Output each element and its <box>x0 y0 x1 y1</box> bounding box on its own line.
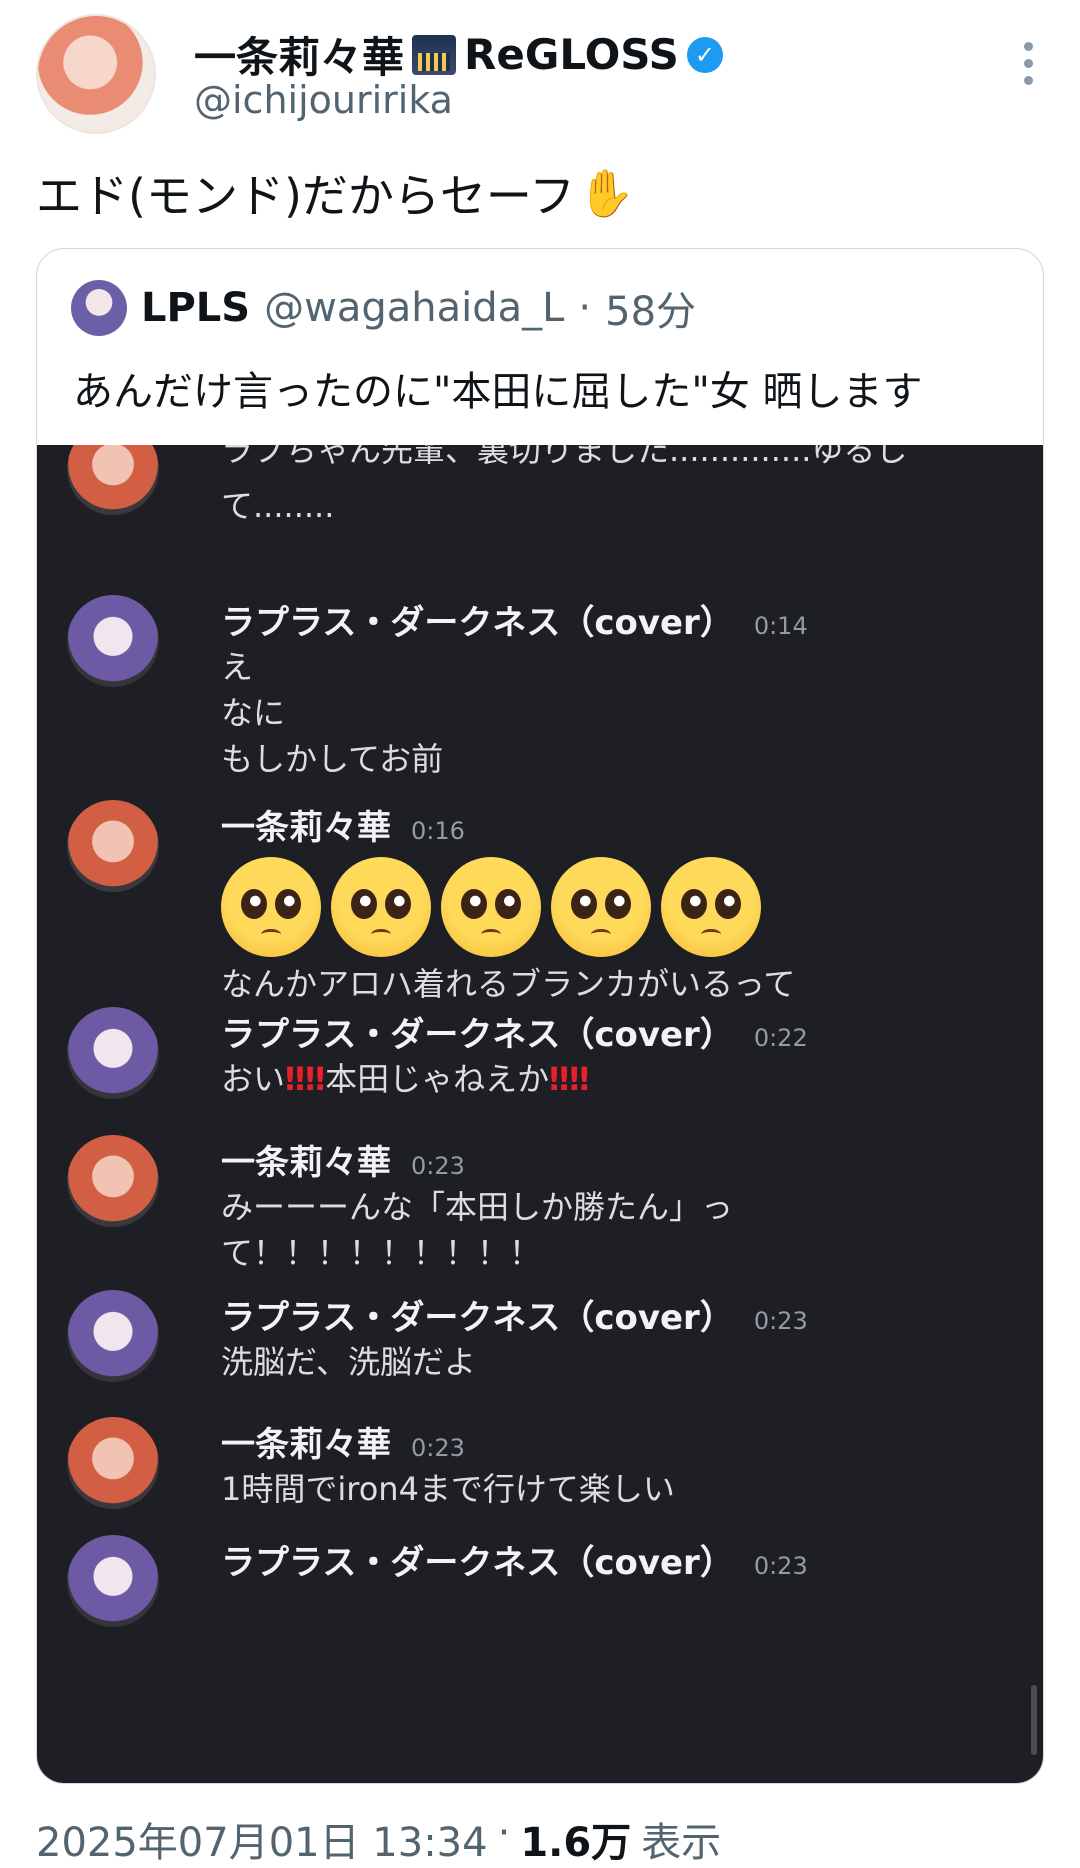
chat-avatar <box>67 1417 159 1509</box>
quoted-author-handle: @wagahaida_L <box>264 285 565 331</box>
chat-timestamp: 0:14 <box>753 612 808 640</box>
double-exclamation-emoji-icon: ‼‼ <box>549 1060 590 1098</box>
chat-timestamp: 0:23 <box>753 1307 808 1335</box>
chat-message-body: 一条莉々華 0:23 1時間でiron4まで行けて楽しい <box>221 1417 1001 1512</box>
author-handle[interactable]: @ichijouririka <box>194 78 453 122</box>
chat-timestamp: 0:23 <box>753 1552 808 1580</box>
chat-line: みーーーんな「本田しか勝たん」っ <box>221 1188 734 1226</box>
chat-line: 1時間でiron4まで行けて楽しい <box>221 1470 675 1508</box>
chat-avatar <box>67 1290 159 1382</box>
chat-line: て！！！！！！！！！ <box>221 1234 542 1272</box>
pleading-emoji-row <box>221 857 1001 957</box>
verified-badge-icon: ✓ <box>686 36 723 73</box>
chat-timestamp: 0:16 <box>411 817 465 845</box>
chat-avatar <box>67 800 159 892</box>
chat-author: ラプラス・ダークネス（cover） <box>221 1298 734 1338</box>
chat-avatar <box>67 1007 159 1099</box>
chat-message-body: ラプちゃん先輩、裏切りました..............ゆるし て.......… <box>221 445 1001 529</box>
chat-timestamp: 0:23 <box>411 1434 465 1462</box>
chat-line: おい‼‼本田じゃねえか‼‼ <box>221 1060 590 1098</box>
chat-message-body: 一条莉々華 0:23 みーーーんな「本田しか勝たん」っ て！！！！！！！！！ <box>221 1135 1001 1276</box>
chat-line: え <box>221 648 254 686</box>
author-name-suffix[interactable]: ReGLOSS <box>464 30 679 79</box>
quoted-author-name: LPLS <box>141 285 251 331</box>
chat-line: もしかしてお前 <box>221 740 444 778</box>
tweet-text-body: エド(モンド)だからセーフ <box>36 169 576 223</box>
chat-author: 一条莉々華 <box>221 1143 391 1183</box>
pleading-face-emoji-icon <box>551 857 651 957</box>
more-options-icon[interactable] <box>1024 42 1034 85</box>
raised-hand-emoji-icon: ✋ <box>577 165 635 220</box>
chat-message-body: ラプラス・ダークネス（cover） 0:22 おい‼‼本田じゃねえか‼‼ <box>221 1007 1001 1102</box>
quoted-author-avatar <box>71 280 127 336</box>
author-avatar[interactable] <box>36 14 156 134</box>
double-exclamation-emoji-icon: ‼‼ <box>285 1060 326 1098</box>
chat-line: 洗脳だ、洗脳だよ <box>221 1343 477 1381</box>
chat-timestamp: 0:22 <box>753 1024 808 1052</box>
chat-author: ラプラス・ダークネス（cover） <box>221 603 734 643</box>
night-city-emoji-icon <box>412 34 457 75</box>
pleading-face-emoji-icon <box>441 857 541 957</box>
chat-avatar <box>67 595 159 687</box>
chat-message-body: ラプラス・ダークネス（cover） 0:23 <box>221 1535 1001 1584</box>
chat-avatar <box>67 1535 159 1627</box>
view-label: 表示 <box>641 1820 722 1866</box>
pleading-face-emoji-icon <box>331 857 431 957</box>
quoted-separator: · <box>578 285 592 331</box>
chat-scrollbar[interactable] <box>1031 1685 1037 1755</box>
tweet-footer: 2025年07月01日 13:34 · 1.6万 表示 <box>36 1810 721 1868</box>
chat-author: 一条莉々華 <box>221 808 391 848</box>
chat-line: て........ <box>221 487 335 525</box>
author-display-name[interactable]: 一条莉々華 <box>194 24 404 85</box>
chat-message-body: ラプラス・ダークネス（cover） 0:14 え なに もしかしてお前 <box>221 595 1001 782</box>
tweet-text: エド(モンド)だからセーフ ✋ <box>36 160 635 226</box>
quoted-tweet-card[interactable]: LPLS @wagahaida_L · 58分 あんだけ言ったのに"本田に屈した… <box>36 248 1044 1784</box>
chat-author: 一条莉々華 <box>221 1425 391 1465</box>
chat-line: なんかアロハ着れるブランカがいるって <box>221 965 796 1003</box>
chat-author: ラプラス・ダークネス（cover） <box>221 1015 734 1055</box>
tweet-header: 一条莉々華 ReGLOSS ✓ @ichijouririka <box>36 14 1046 134</box>
quoted-time-ago: 58分 <box>605 289 697 335</box>
view-count: 1.6万 <box>520 1820 632 1866</box>
chat-line: ラプちゃん先輩、裏切りました..............ゆるし <box>221 445 908 469</box>
chat-line: なに <box>221 694 286 732</box>
chat-avatar <box>67 445 159 515</box>
chat-screenshot-image[interactable]: ラプちゃん先輩、裏切りました..............ゆるし て.......… <box>37 445 1043 1783</box>
footer-separator: · <box>497 1810 511 1856</box>
chat-message-body: ラプラス・ダークネス（cover） 0:23 洗脳だ、洗脳だよ <box>221 1290 1001 1385</box>
tweet-datetime[interactable]: 2025年07月01日 13:34 <box>36 1810 488 1868</box>
pleading-face-emoji-icon <box>221 857 321 957</box>
quoted-tweet-text: あんだけ言ったのに"本田に屈した"女 晒します <box>73 369 923 415</box>
chat-message-body: 一条莉々華 0:16 なんかアロハ着れるブランカがいるって <box>221 800 1001 1007</box>
chat-timestamp: 0:23 <box>411 1152 465 1180</box>
chat-author: ラプラス・ダークネス（cover） <box>221 1543 734 1583</box>
pleading-face-emoji-icon <box>661 857 761 957</box>
chat-avatar <box>67 1135 159 1227</box>
quoted-tweet-header: LPLS @wagahaida_L · 58分 <box>71 279 696 337</box>
author-name-row[interactable]: 一条莉々華 ReGLOSS ✓ <box>194 24 723 85</box>
